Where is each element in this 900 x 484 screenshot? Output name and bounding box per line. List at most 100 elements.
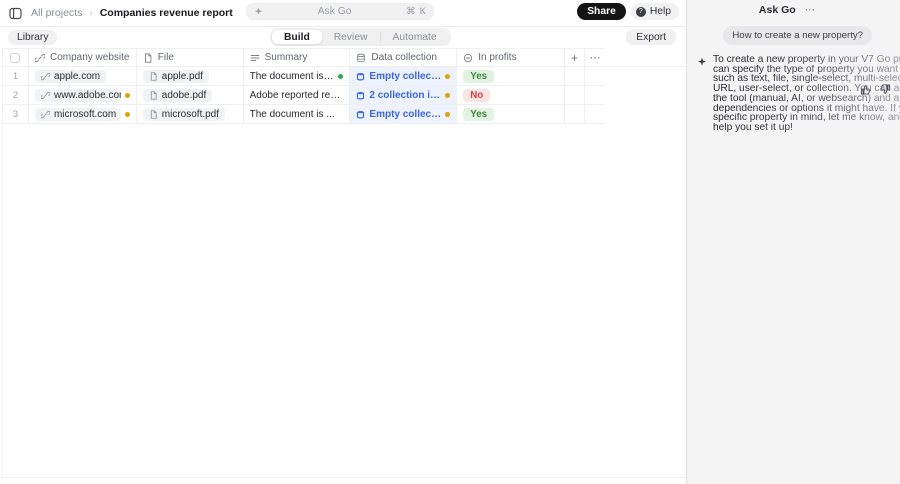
status-dot-green <box>338 73 344 79</box>
file-icon <box>143 52 153 63</box>
column-header-in-profits[interactable]: In profits <box>457 49 566 66</box>
file-icon <box>149 90 158 100</box>
tab-automate[interactable]: Automate <box>381 30 449 44</box>
column-label: File <box>157 52 174 63</box>
status-dot-yellow <box>445 111 451 117</box>
column-label: Summary <box>264 52 308 63</box>
search-placeholder: Ask Go <box>317 6 352 17</box>
help-label: Help <box>649 6 671 17</box>
circle-dash-icon <box>463 53 473 63</box>
table-row[interactable]: 1 apple.com apple.pdf The document is Ap… <box>3 67 605 86</box>
link-icon <box>40 91 50 100</box>
company-website-cell[interactable]: apple.com <box>29 67 137 85</box>
collection-link[interactable]: Empty collection <box>369 71 441 82</box>
ai-text-line: help you set it up! <box>713 122 900 133</box>
select-all-checkbox[interactable] <box>10 52 21 63</box>
sidebar-toggle-icon <box>9 7 22 19</box>
select-all-cell <box>3 49 29 66</box>
website-text: apple.com <box>53 70 101 82</box>
summary-cell[interactable]: The document is Appl... <box>244 67 351 85</box>
tab-review[interactable]: Review <box>322 30 380 44</box>
tab-build[interactable]: Build <box>272 30 322 44</box>
thumbs-up-button[interactable] <box>860 84 871 95</box>
table-row[interactable]: 2 www.adobe.com adobe.pdf Adobe reported… <box>3 86 605 105</box>
breadcrumb-root[interactable]: All projects <box>31 7 82 19</box>
share-button[interactable]: Share <box>577 3 626 20</box>
message-feedback-actions <box>860 84 891 95</box>
website-pill[interactable]: microsoft.com <box>34 107 121 121</box>
sparkle-icon <box>254 7 263 15</box>
row-number[interactable]: 3 <box>3 105 29 123</box>
ask-go-search-input[interactable]: Ask Go ⌘ K <box>246 3 434 20</box>
database-icon <box>356 72 365 81</box>
library-button[interactable]: Library <box>8 30 58 45</box>
topbar-actions: Share ? Help <box>577 3 679 20</box>
ask-go-panel: Ask Go ⋯ How to create a new property? T… <box>686 0 900 484</box>
data-table: Company website File Summary Data collec… <box>2 48 605 124</box>
app-window: All projects › Companies revenue report … <box>0 0 900 484</box>
user-message-bubble: How to create a new property? <box>723 26 872 45</box>
row-number[interactable]: 1 <box>3 67 29 85</box>
file-pill[interactable]: microsoft.pdf <box>142 107 226 121</box>
empty-cell <box>565 105 586 123</box>
collection-link[interactable]: Empty collection <box>369 109 441 120</box>
link-icon <box>40 110 50 119</box>
in-profits-badge: No <box>463 88 491 102</box>
table-bottom-border <box>0 477 686 478</box>
add-column-button[interactable]: + <box>565 49 586 66</box>
website-pill[interactable]: apple.com <box>34 69 107 83</box>
file-cell[interactable]: adobe.pdf <box>137 86 244 104</box>
column-header-file[interactable]: File <box>137 49 244 66</box>
database-icon <box>356 53 366 63</box>
summary-text: The document is ... <box>249 108 335 120</box>
collection-link[interactable]: 2 collection items <box>369 90 441 101</box>
file-cell[interactable]: microsoft.pdf <box>137 105 244 123</box>
data-collection-cell[interactable]: Empty collection <box>350 67 458 85</box>
table-row[interactable]: 3 microsoft.com microsoft.pdf The docume… <box>3 105 605 124</box>
file-text: adobe.pdf <box>161 89 207 101</box>
status-dot-yellow <box>124 92 130 98</box>
column-header-summary[interactable]: Summary <box>244 49 351 66</box>
in-profits-cell[interactable]: Yes <box>457 105 566 123</box>
file-pill[interactable]: adobe.pdf <box>142 88 213 102</box>
summary-text: Adobe reported record ... <box>249 89 344 101</box>
website-pill[interactable]: www.adobe.com <box>34 88 121 102</box>
file-icon <box>149 71 158 81</box>
thumbs-down-button[interactable] <box>880 84 891 95</box>
column-label: Company website <box>49 52 130 63</box>
link-icon <box>40 72 50 81</box>
in-profits-cell[interactable]: Yes <box>457 67 566 85</box>
summary-text: The document is Appl... <box>249 70 335 82</box>
column-header-company-website[interactable]: Company website <box>29 49 137 66</box>
summary-cell[interactable]: Adobe reported record ... <box>244 86 351 104</box>
secondary-toolbar: Library Build Review Automate Export <box>0 27 686 48</box>
column-header-data-collection[interactable]: Data collection <box>350 49 458 66</box>
file-cell[interactable]: apple.pdf <box>137 67 244 85</box>
empty-cell <box>585 67 605 85</box>
status-dot-yellow <box>445 73 451 79</box>
breadcrumb-current: Companies revenue report <box>99 7 233 19</box>
in-profits-cell[interactable]: No <box>457 86 566 104</box>
company-website-cell[interactable]: www.adobe.com <box>29 86 137 104</box>
help-button[interactable]: ? Help <box>630 3 679 20</box>
file-text: apple.pdf <box>161 70 203 82</box>
data-collection-cell[interactable]: 2 collection items <box>350 86 458 104</box>
row-number[interactable]: 2 <box>3 86 29 104</box>
empty-cell <box>585 105 605 123</box>
file-pill[interactable]: apple.pdf <box>142 69 209 83</box>
export-button[interactable]: Export <box>626 29 676 45</box>
table-header-row: Company website File Summary Data collec… <box>3 48 605 67</box>
empty-cell <box>585 86 605 104</box>
website-text: microsoft.com <box>53 108 117 120</box>
topbar: All projects › Companies revenue report … <box>0 0 686 27</box>
data-collection-cell[interactable]: Empty collection <box>350 105 458 123</box>
sidebar-toggle-button[interactable] <box>7 5 24 22</box>
breadcrumb: All projects › Companies revenue report <box>7 0 233 26</box>
summary-cell[interactable]: The document is ... <box>244 105 351 123</box>
panel-menu-button[interactable]: ⋯ <box>805 4 816 16</box>
database-icon <box>356 91 365 100</box>
in-profits-badge: Yes <box>463 107 495 121</box>
breadcrumb-separator: › <box>89 7 93 19</box>
column-menu-button[interactable]: ⋯ <box>585 49 605 66</box>
company-website-cell[interactable]: microsoft.com <box>29 105 137 123</box>
